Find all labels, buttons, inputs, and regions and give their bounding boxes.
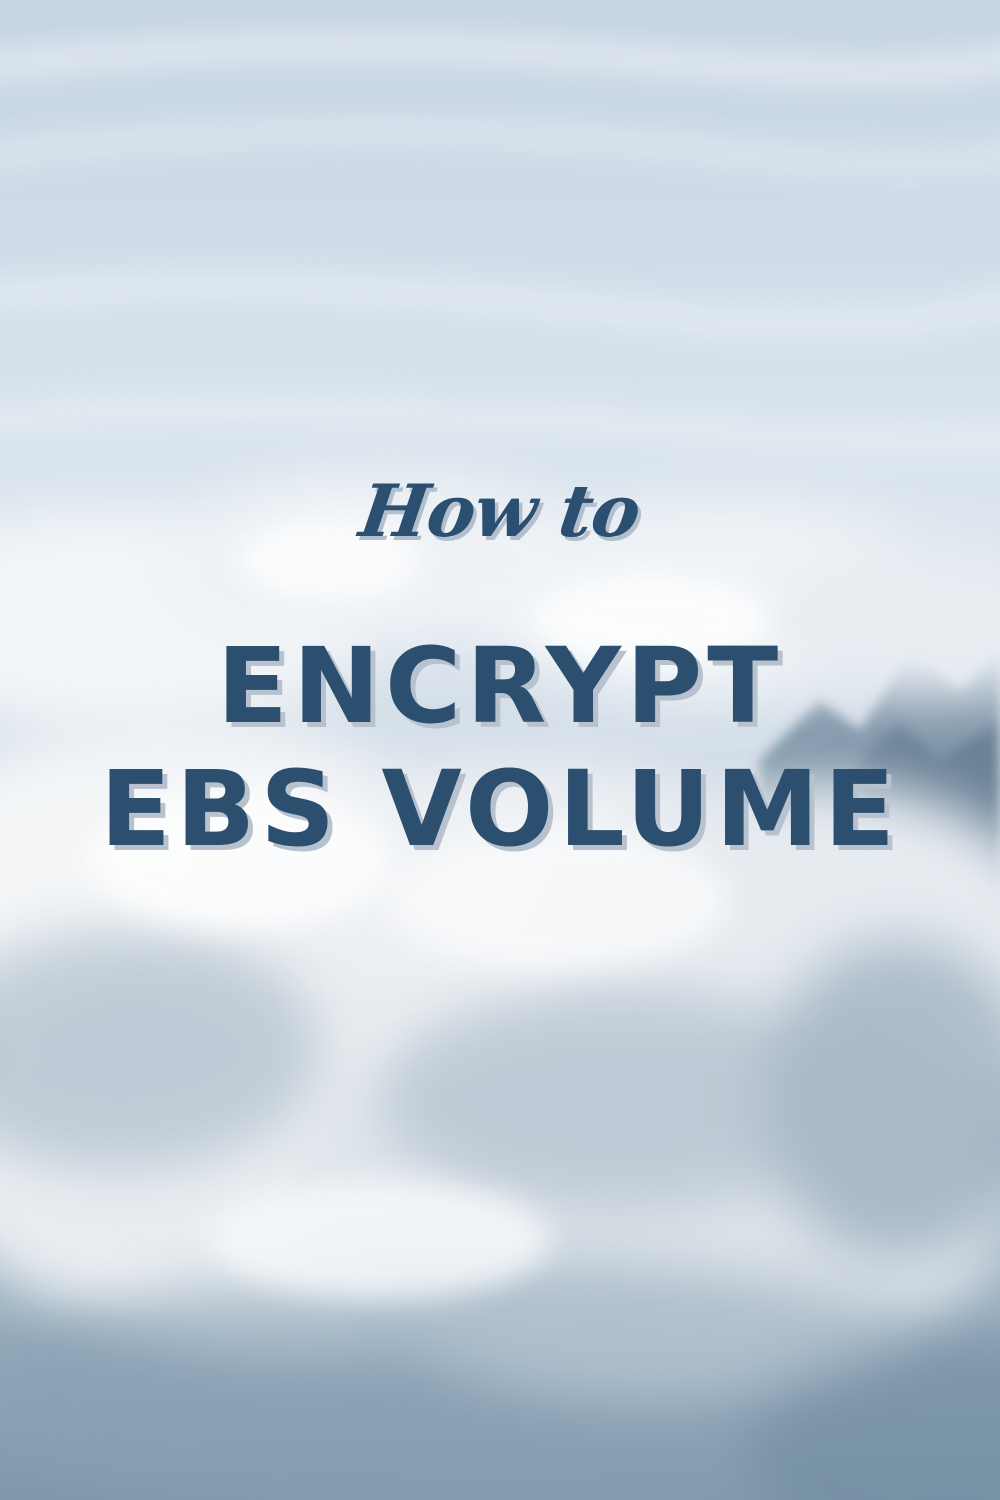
title-block: How to ENCRYPT EBS VOLUME xyxy=(0,0,1000,1500)
title-line-2: EBS VOLUME xyxy=(99,748,901,870)
poster: How to ENCRYPT EBS VOLUME xyxy=(0,0,1000,1500)
title-line-1: ENCRYPT xyxy=(216,625,784,747)
title-kicker: How to xyxy=(354,468,646,553)
